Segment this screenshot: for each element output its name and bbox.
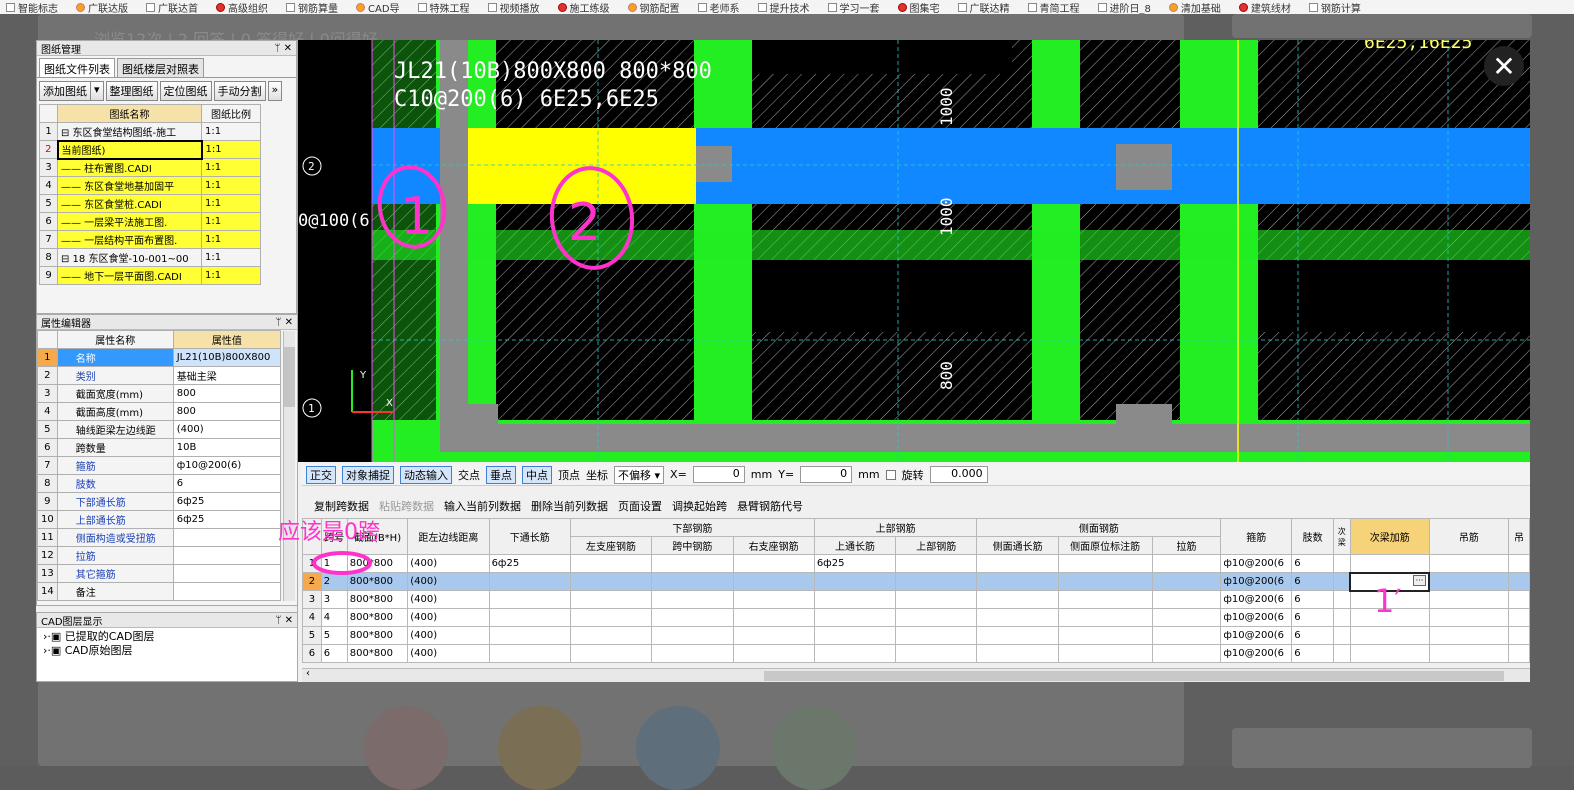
annotation-mark-1: 1 xyxy=(400,187,433,247)
annotation-overlay: 1 2 1′ xyxy=(312,165,1402,620)
annotation-mark-1prime: 1′ xyxy=(1374,582,1402,620)
annotation-mark-2: 2 xyxy=(568,193,601,253)
annotation-should-be-zero-span: 应该是0跨 xyxy=(278,520,380,545)
